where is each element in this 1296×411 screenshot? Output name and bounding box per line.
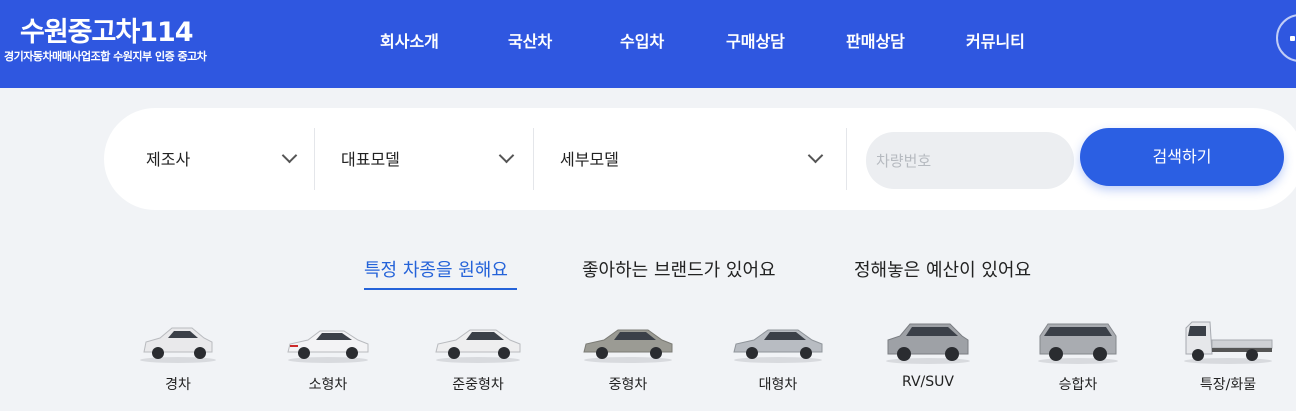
model-select-label: 대표모델 <box>341 150 400 169</box>
chevron-down-icon <box>807 147 824 164</box>
nav-community[interactable]: 커뮤니티 <box>966 28 1025 52</box>
nav-import[interactable]: 수입차 <box>620 28 664 52</box>
active-tab-indicator <box>364 288 517 290</box>
tab-car-type[interactable]: 특정 차종을 원해요 <box>364 256 508 282</box>
light-car-icon <box>128 318 228 364</box>
midsize-car-icon <box>578 318 678 364</box>
category-van[interactable]: 승합차 <box>1028 318 1128 394</box>
category-small-car[interactable]: 소형차 <box>278 318 378 394</box>
chevron-down-icon <box>281 147 298 164</box>
category-label: 준중형차 <box>452 377 504 393</box>
submodel-select-label: 세부모델 <box>560 150 619 169</box>
divider <box>846 128 847 190</box>
category-label: 중형차 <box>608 377 648 393</box>
logo-title[interactable]: 수원중고차114 <box>20 10 194 49</box>
category-compact-car[interactable]: 준중형차 <box>428 318 528 394</box>
menu-icon <box>1290 36 1295 41</box>
category-label: 경차 <box>165 377 191 393</box>
nav-buy-consult[interactable]: 구매상담 <box>726 28 785 52</box>
model-select[interactable]: 대표모델 <box>315 128 533 190</box>
nav-sell-consult[interactable]: 판매상담 <box>846 28 905 52</box>
category-midsize-car[interactable]: 중형차 <box>578 318 678 394</box>
van-icon <box>1028 318 1128 364</box>
category-label: 승합차 <box>1058 377 1098 393</box>
category-label: 특장/화물 <box>1199 377 1257 393</box>
category-suv[interactable]: RV/SUV <box>878 318 978 390</box>
category-label: RV/SUV <box>902 374 954 390</box>
logo-subtitle: 경기자동차매매사업조합 수원지부 인증 중고차 <box>4 50 207 63</box>
maker-select-label: 제조사 <box>146 150 191 169</box>
search-button[interactable]: 검색하기 <box>1080 128 1284 186</box>
truck-icon <box>1178 318 1278 364</box>
search-bar: 제조사 대표모델 세부모델 검색하기 <box>104 108 1296 210</box>
nav-company[interactable]: 회사소개 <box>380 28 439 52</box>
category-label: 대형차 <box>758 377 798 393</box>
nav-domestic[interactable]: 국산차 <box>508 28 552 52</box>
category-label: 소형차 <box>308 377 348 393</box>
tab-brand[interactable]: 좋아하는 브랜드가 있어요 <box>582 256 776 282</box>
category-light-car[interactable]: 경차 <box>128 318 228 394</box>
chevron-down-icon <box>498 147 515 164</box>
maker-select[interactable]: 제조사 <box>104 128 314 190</box>
small-car-icon <box>278 318 378 364</box>
category-truck[interactable]: 특장/화물 <box>1178 318 1278 394</box>
plate-number-input[interactable] <box>866 132 1074 189</box>
submodel-select[interactable]: 세부모델 <box>534 128 844 190</box>
header-round-button[interactable] <box>1276 14 1296 62</box>
compact-car-icon <box>428 318 528 364</box>
tab-budget[interactable]: 정해놓은 예산이 있어요 <box>854 256 1031 282</box>
large-car-icon <box>728 318 828 364</box>
site-header: 수원중고차114 경기자동차매매사업조합 수원지부 인증 중고차 회사소개 국산… <box>0 0 1296 88</box>
category-large-car[interactable]: 대형차 <box>728 318 828 394</box>
suv-icon <box>878 318 978 364</box>
